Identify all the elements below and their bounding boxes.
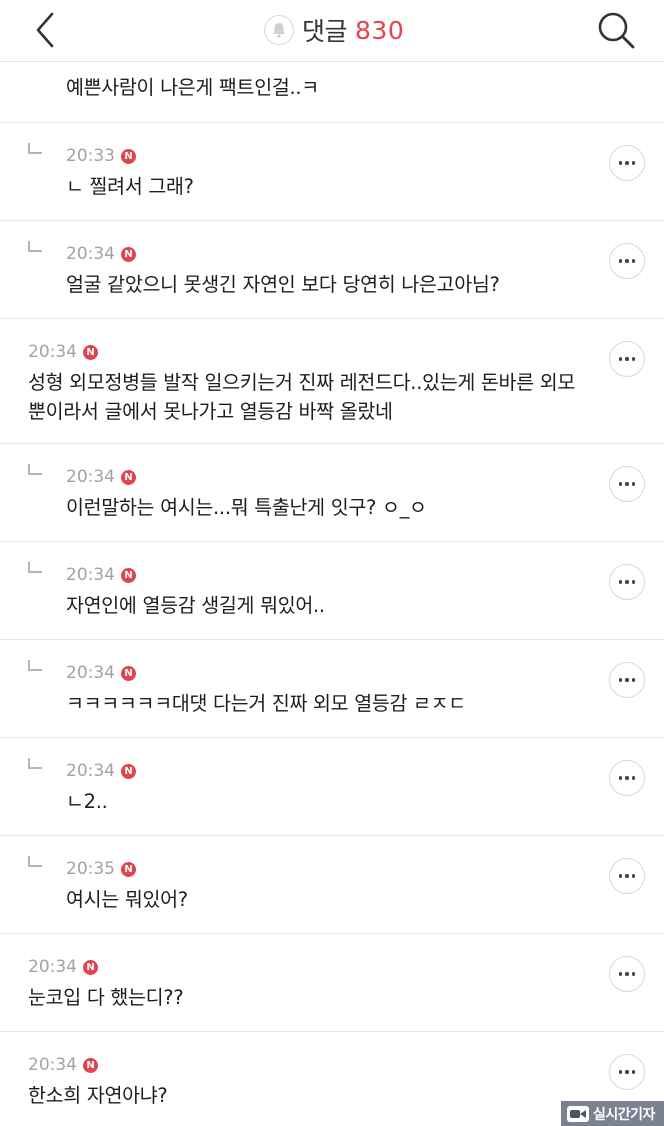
new-badge: N xyxy=(83,1057,98,1073)
comment-text: ㄴ 찔려서 그래? xyxy=(66,175,194,198)
comment-meta: 20:34 N xyxy=(28,342,98,362)
more-options-button[interactable] xyxy=(609,760,645,796)
new-badge: N xyxy=(121,567,136,583)
comment-list: 예쁜사람이 나은게 팩트인걸..ㅋ 20:33 N ㄴ 찔려서 그래? 20:3… xyxy=(0,62,664,1126)
comment-time: 20:34 xyxy=(66,663,115,683)
comment-text: 눈코입 다 했는디?? xyxy=(28,986,184,1009)
comment-text: ㅋㅋㅋㅋㅋㅋ대댓 다는거 진짜 외모 열등감 ㄹㅈㄷ xyxy=(66,692,466,715)
comment-count: 830 xyxy=(355,15,405,45)
reply-indicator-icon xyxy=(28,758,42,769)
reply-indicator-icon xyxy=(28,562,42,573)
watermark: 실시간기자 xyxy=(561,1101,664,1126)
comment-text: 이런말하는 여시는...뭐 특출난게 잇구? ㅇ_ㅇ xyxy=(66,496,427,519)
more-icon xyxy=(618,972,636,976)
watermark-text: 실시간기자 xyxy=(593,1106,655,1123)
comment-time: 20:34 xyxy=(66,467,115,487)
reply-indicator-icon xyxy=(28,856,42,867)
more-icon xyxy=(618,1070,636,1074)
comment-text-line-2: 뿐이라서 글에서 못나가고 열등감 바짝 올랐네 xyxy=(28,400,393,423)
comment-time: 20:33 xyxy=(66,146,115,166)
more-icon xyxy=(618,580,636,584)
comment-meta: 20:33 N xyxy=(66,146,136,166)
comment-meta: 20:34 N xyxy=(66,244,136,264)
more-options-button[interactable] xyxy=(609,466,645,502)
reply-item: 20:34 N ㄴ2.. xyxy=(0,738,664,836)
comment-meta: 20:34 N xyxy=(66,467,136,487)
comment-item: 20:34 N 눈코입 다 했는디?? xyxy=(0,934,664,1032)
more-icon xyxy=(618,678,636,682)
more-options-button[interactable] xyxy=(609,662,645,698)
notification-button[interactable] xyxy=(264,15,294,45)
page-title: 댓글 xyxy=(302,17,348,46)
comment-item: 예쁜사람이 나은게 팩트인걸..ㅋ xyxy=(0,62,664,123)
comment-time: 20:34 xyxy=(66,565,115,585)
more-options-button[interactable] xyxy=(609,956,645,992)
bell-icon xyxy=(273,23,285,38)
comments-page: 댓글 830 예쁜사람이 나은게 팩트인걸..ㅋ 20:33 N ㄴ 찔려서 그… xyxy=(0,0,664,1126)
comment-text: 한소희 자연아냐? xyxy=(28,1084,168,1107)
reply-indicator-icon xyxy=(28,143,42,154)
camera-icon xyxy=(570,1109,586,1118)
comment-time: 20:34 xyxy=(66,244,115,264)
new-badge: N xyxy=(121,246,136,262)
header-title: 댓글 830 xyxy=(264,10,404,50)
comment-meta: 20:34 N xyxy=(28,1055,98,1075)
comment-meta: 20:34 N xyxy=(66,565,136,585)
comment-meta: 20:34 N xyxy=(66,761,136,781)
new-badge: N xyxy=(83,344,98,360)
comment-text: 예쁜사람이 나은게 팩트인걸..ㅋ xyxy=(66,76,319,99)
comment-text-line-1: 성형 외모정병들 발작 일으키는거 진짜 레전드다..있는게 돈바른 외모 xyxy=(28,371,576,394)
more-options-button[interactable] xyxy=(609,1054,645,1090)
new-badge: N xyxy=(121,861,136,877)
more-icon xyxy=(618,161,636,165)
comment-meta: 20:35 N xyxy=(66,859,136,879)
reply-item: 20:34 N ㅋㅋㅋㅋㅋㅋ대댓 다는거 진짜 외모 열등감 ㄹㅈㄷ xyxy=(0,640,664,738)
new-badge: N xyxy=(121,665,136,681)
new-badge: N xyxy=(121,469,136,485)
more-options-button[interactable] xyxy=(609,564,645,600)
reply-item: 20:34 N 이런말하는 여시는...뭐 특출난게 잇구? ㅇ_ㅇ xyxy=(0,444,664,542)
back-button[interactable] xyxy=(28,10,64,50)
comment-meta: 20:34 N xyxy=(28,957,98,977)
reply-item: 20:34 N 얼굴 같았으니 못생긴 자연인 보다 당연히 나은고아님? xyxy=(0,221,664,319)
search-icon xyxy=(598,12,635,49)
more-icon xyxy=(618,482,636,486)
reply-item: 20:35 N 여시는 뭐있어? xyxy=(0,836,664,934)
comment-time: 20:34 xyxy=(28,342,77,362)
new-badge: N xyxy=(83,959,98,975)
more-icon xyxy=(618,357,636,361)
more-icon xyxy=(618,259,636,263)
comment-time: 20:34 xyxy=(28,957,77,977)
reply-item: 20:34 N 자연인에 열등감 생길게 뭐있어.. xyxy=(0,542,664,640)
reply-indicator-icon xyxy=(28,660,42,671)
watermark-logo-icon xyxy=(567,1105,589,1122)
more-icon xyxy=(618,874,636,878)
comment-time: 20:35 xyxy=(66,859,115,879)
reply-item: 20:33 N ㄴ 찔려서 그래? xyxy=(0,123,664,221)
chevron-left-icon xyxy=(36,12,54,48)
new-badge: N xyxy=(121,763,136,779)
more-options-button[interactable] xyxy=(609,145,645,181)
top-bar: 댓글 830 xyxy=(0,0,664,62)
more-options-button[interactable] xyxy=(609,243,645,279)
comment-meta: 20:34 N xyxy=(66,663,136,683)
comment-text: 자연인에 열등감 생길게 뭐있어.. xyxy=(66,594,325,617)
search-button[interactable] xyxy=(594,8,638,52)
comment-time: 20:34 xyxy=(66,761,115,781)
comment-text: 여시는 뭐있어? xyxy=(66,888,188,911)
more-options-button[interactable] xyxy=(609,858,645,894)
reply-indicator-icon xyxy=(28,464,42,475)
comment-text: ㄴ2.. xyxy=(66,790,108,813)
more-icon xyxy=(618,776,636,780)
comment-text: 얼굴 같았으니 못생긴 자연인 보다 당연히 나은고아님? xyxy=(66,273,500,296)
new-badge: N xyxy=(121,148,136,164)
comment-item: 20:34 N 성형 외모정병들 발작 일으키는거 진짜 레전드다..있는게 돈… xyxy=(0,319,664,444)
reply-indicator-icon xyxy=(28,241,42,252)
comment-time: 20:34 xyxy=(28,1055,77,1075)
more-options-button[interactable] xyxy=(609,341,645,377)
